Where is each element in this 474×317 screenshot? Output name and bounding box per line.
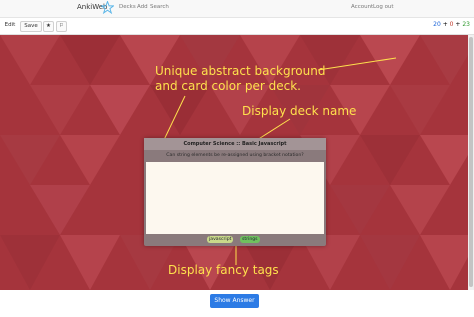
annotation-deck-name: Display deck name — [242, 104, 357, 118]
flashcard: Computer Science :: Basic Javascript Can… — [144, 138, 326, 246]
tag-strings: strings — [240, 236, 260, 243]
tag-javascript: javascript — [207, 236, 234, 243]
show-answer-button[interactable]: Show Answer — [210, 294, 259, 308]
card-question: Can string elements be re-assigned using… — [166, 153, 304, 158]
annotation-background-line1: Unique abstract background — [155, 64, 326, 78]
annotation-background-line2: and card color per deck. — [155, 79, 301, 93]
annotation-tags: Display fancy tags — [168, 263, 279, 277]
deck-title: Computer Science :: Basic Javascript — [144, 138, 326, 150]
card-body — [146, 162, 324, 234]
